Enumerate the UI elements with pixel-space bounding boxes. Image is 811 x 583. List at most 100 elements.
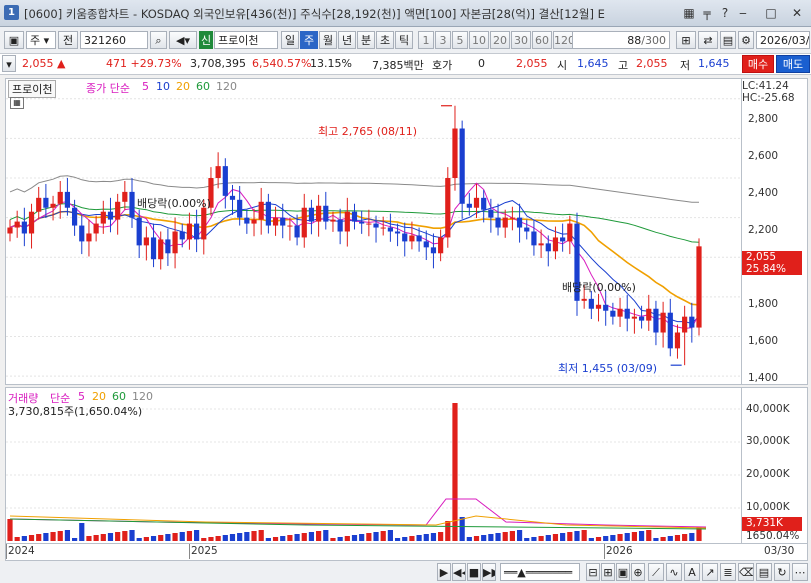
market-select[interactable]: 주 ▾ bbox=[26, 31, 56, 49]
fib-tool-icon[interactable]: ≣ bbox=[720, 563, 736, 581]
search-icon[interactable]: ⌕ bbox=[150, 31, 167, 49]
candle-body bbox=[366, 223, 372, 225]
interval-button[interactable]: 120 bbox=[553, 31, 573, 49]
price-chart-panel[interactable]: 프로이천 종가 단순 5 10 20 60 120 ▦ 최고 2,765 (08… bbox=[5, 78, 742, 385]
type-toggle[interactable]: 전 bbox=[58, 31, 78, 49]
print-icon[interactable]: ▤ bbox=[720, 31, 736, 49]
price-tick: 2,800 bbox=[748, 113, 779, 125]
crosshair-icon[interactable]: ⊕ bbox=[631, 563, 645, 581]
stock-legend[interactable]: 프로이천 bbox=[8, 80, 57, 98]
volume-bar bbox=[488, 534, 494, 541]
interval-button[interactable]: 10 bbox=[469, 31, 489, 49]
app-icon: 1 bbox=[4, 5, 19, 20]
more-icon[interactable]: ⋯ bbox=[792, 563, 808, 581]
low-value: 1,645 bbox=[698, 57, 730, 70]
interval-button[interactable]: 1 bbox=[418, 31, 434, 49]
candle-body bbox=[287, 225, 293, 227]
volume-tick: 20,000K bbox=[746, 468, 790, 480]
candle-body bbox=[394, 231, 401, 234]
period-tab[interactable]: 분 bbox=[357, 31, 375, 49]
candle-body bbox=[323, 205, 329, 222]
volume-bar bbox=[194, 530, 200, 541]
candle-body bbox=[100, 211, 106, 224]
volume-bar bbox=[667, 536, 673, 541]
help-icon[interactable]: ? bbox=[716, 4, 734, 22]
period-tab[interactable]: 일 bbox=[281, 31, 299, 49]
candle-body bbox=[682, 316, 688, 333]
volume-bar bbox=[552, 534, 559, 541]
volume-bar bbox=[380, 531, 386, 541]
volume-bar bbox=[682, 534, 688, 541]
save-icon[interactable]: ▤ bbox=[756, 563, 772, 581]
period-tab[interactable]: 틱 bbox=[395, 31, 413, 49]
ma-legend-label: 종가 단순 bbox=[86, 82, 130, 95]
volume-chart-panel[interactable]: 거래량 단순 5 20 60 120 3,730,815주(1,650.04%) bbox=[5, 387, 742, 544]
volume-bar bbox=[524, 538, 530, 541]
text-tool-icon[interactable]: A bbox=[684, 563, 700, 581]
candle-body bbox=[107, 211, 114, 220]
rewind-icon[interactable]: ◀◀ bbox=[452, 563, 466, 581]
indicator-icon[interactable]: ⊞ bbox=[676, 31, 696, 49]
volume-bar bbox=[430, 533, 437, 541]
pin-icon[interactable]: ╤ bbox=[698, 4, 716, 22]
table-icon[interactable]: ▦ bbox=[10, 97, 24, 109]
stop-icon[interactable]: ■ bbox=[467, 563, 481, 581]
interval-button[interactable]: 60 bbox=[532, 31, 552, 49]
quote-toggle-icon[interactable]: ▾ bbox=[2, 55, 16, 72]
candle-body bbox=[646, 308, 652, 321]
layout-icon[interactable]: ▣ bbox=[4, 31, 24, 49]
forward-icon[interactable]: ▶▶ bbox=[482, 563, 496, 581]
price-tick: 2,200 bbox=[748, 224, 779, 236]
scroll-slider[interactable]: ══▲═══════ bbox=[500, 563, 580, 581]
fit-icon[interactable]: ▣ bbox=[616, 563, 630, 581]
volume-bar bbox=[143, 537, 149, 541]
volume-axis[interactable]: 40,000K 30,000K 20,000K 10,000K 3,731K 1… bbox=[741, 387, 808, 544]
up-arrow-icon: ▲ bbox=[57, 57, 66, 70]
toolbar: ▣ 주 ▾ 전 321260 ⌕ ◀▾ 신 프로이천 88/300 ⊞ ⇄ ▤ … bbox=[0, 27, 811, 54]
compare-icon[interactable]: ⇄ bbox=[698, 31, 718, 49]
wave-icon[interactable]: ∿ bbox=[666, 563, 682, 581]
delete-tool-icon[interactable]: ⌫ bbox=[738, 563, 754, 581]
interval-button[interactable]: 20 bbox=[490, 31, 510, 49]
price-axis[interactable]: LC:41.24 HC:-25.68 2,800 2,600 2,400 2,2… bbox=[741, 78, 808, 385]
stock-code-input[interactable]: 321260 bbox=[80, 31, 148, 49]
date-axis[interactable]: 2024 2025 2026 03/30 bbox=[5, 543, 808, 561]
period-tab[interactable]: 초 bbox=[376, 31, 394, 49]
volume-bar bbox=[258, 530, 264, 541]
date-field[interactable]: 2026/03/3 bbox=[756, 31, 810, 49]
period-tab[interactable]: 주 bbox=[300, 31, 318, 49]
close-icon[interactable]: ✕ bbox=[788, 4, 806, 22]
arrow-tool-icon[interactable]: ↗ bbox=[702, 563, 718, 581]
minimize-icon[interactable]: ‒ bbox=[734, 4, 752, 22]
volume-bar bbox=[100, 534, 106, 541]
trend-icon[interactable]: ⟋ bbox=[648, 563, 664, 581]
volume-bar bbox=[617, 534, 623, 541]
volume-bar bbox=[466, 537, 472, 541]
candle-body bbox=[638, 316, 645, 321]
current-volume-pct: 1650.04% bbox=[746, 530, 800, 542]
volume-bar bbox=[201, 538, 207, 541]
buy-button[interactable]: 매수 bbox=[742, 55, 774, 73]
period-tab[interactable]: 월 bbox=[319, 31, 337, 49]
interval-button[interactable]: 5 bbox=[452, 31, 468, 49]
ma-legend-5: 5 bbox=[142, 80, 149, 93]
zoom-icon[interactable]: ⊟ bbox=[586, 563, 600, 581]
interval-button[interactable]: 3 bbox=[435, 31, 451, 49]
volume-bar bbox=[14, 537, 20, 541]
candle-body bbox=[14, 221, 20, 228]
refresh-icon[interactable]: ↻ bbox=[774, 563, 790, 581]
grid-icon[interactable]: ▦ bbox=[680, 4, 698, 22]
interval-button[interactable]: 30 bbox=[511, 31, 531, 49]
stock-name-field[interactable]: 프로이천 bbox=[214, 31, 278, 49]
period-tab[interactable]: 년 bbox=[338, 31, 356, 49]
volume-bar bbox=[136, 538, 142, 541]
gear-icon[interactable]: ⚙ bbox=[738, 31, 754, 49]
candle-body bbox=[380, 227, 386, 229]
play-icon[interactable]: ▶ bbox=[437, 563, 451, 581]
sell-button[interactable]: 매도 bbox=[776, 55, 810, 73]
maximize-icon[interactable]: □ bbox=[762, 4, 780, 22]
sound-icon[interactable]: ◀▾ bbox=[169, 31, 197, 49]
volume-bar bbox=[107, 533, 114, 541]
count-field[interactable]: 88/300 bbox=[572, 31, 670, 49]
zoom-in-icon[interactable]: ⊞ bbox=[601, 563, 615, 581]
